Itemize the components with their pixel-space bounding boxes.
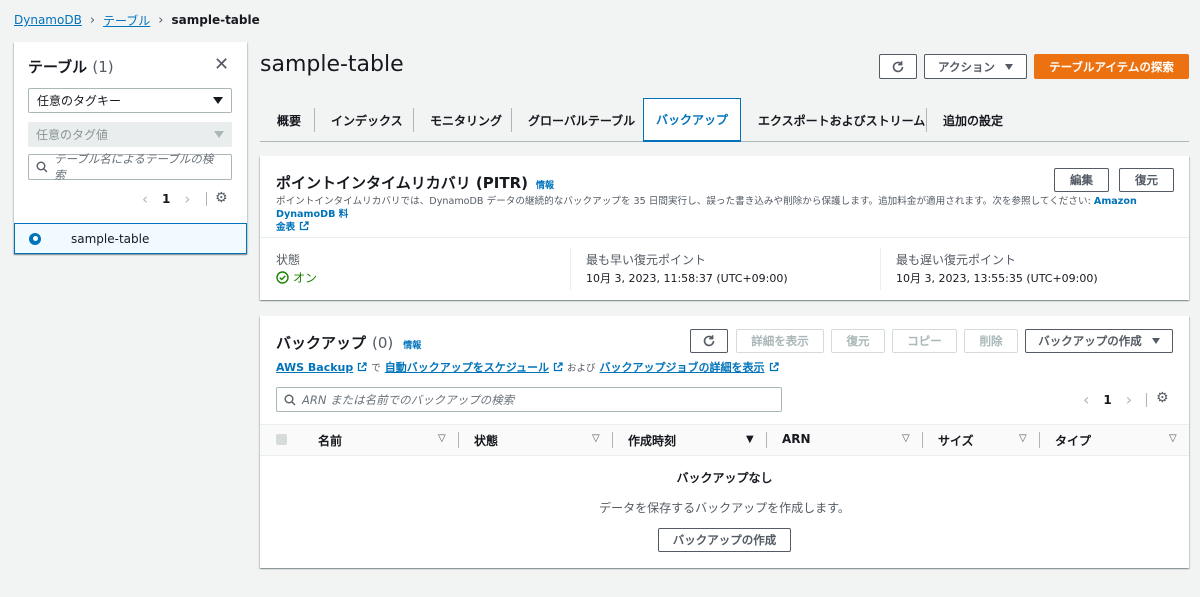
- earliest-restore-value: 10月 3, 2023, 11:58:37 (UTC+09:00): [586, 272, 788, 285]
- tag-value-select: 任意のタグ値: [28, 122, 232, 147]
- refresh-icon: [703, 335, 715, 347]
- sort-icon[interactable]: ▽: [1019, 433, 1027, 444]
- sidebar-title: テーブル (1): [28, 58, 114, 76]
- breadcrumb-dynamodb[interactable]: DynamoDB: [14, 13, 82, 27]
- pitr-info-link[interactable]: 情報: [536, 178, 554, 191]
- breadcrumb-tables[interactable]: テーブル: [103, 12, 150, 29]
- pitr-restore-button[interactable]: 復元: [1119, 168, 1174, 192]
- schedule-link[interactable]: 自動バックアップをスケジュール: [385, 359, 549, 375]
- pitr-title: ポイントインタイムリカバリ (PITR) 情報: [276, 174, 555, 192]
- tag-key-select[interactable]: 任意のタグキー: [28, 88, 232, 113]
- tab-exports-streams[interactable]: エクスポートおよびストリーム: [758, 98, 925, 142]
- gear-icon[interactable]: ⚙: [1156, 390, 1169, 406]
- sort-icon[interactable]: ▽: [1169, 433, 1177, 444]
- sort-icon[interactable]: ▽: [592, 433, 600, 444]
- caret-down-icon: [214, 131, 224, 138]
- status-value: オン: [276, 269, 317, 286]
- radio-selected-icon[interactable]: [29, 232, 41, 245]
- column-header-type[interactable]: タイプ: [1055, 432, 1091, 449]
- column-header-size[interactable]: サイズ: [938, 432, 974, 449]
- pitr-description: ポイントインタイムリカバリでは、DynamoDB データの継続的なバックアップを…: [276, 196, 1137, 233]
- page-number[interactable]: 1: [162, 192, 170, 206]
- chevron-right-icon[interactable]: ›: [184, 190, 190, 208]
- close-icon[interactable]: ✕: [214, 54, 229, 75]
- search-icon: [36, 161, 48, 173]
- chevron-left-icon[interactable]: ‹: [1083, 390, 1089, 409]
- chevron-left-icon[interactable]: ‹: [142, 190, 148, 208]
- backups-info-link[interactable]: 情報: [403, 338, 421, 351]
- tab-global-tables[interactable]: グローバルテーブル: [528, 98, 635, 142]
- column-header-created[interactable]: 作成時刻: [628, 432, 676, 449]
- external-link-icon: [299, 221, 309, 231]
- chevron-right-icon[interactable]: ›: [1126, 390, 1132, 409]
- page-title: sample-table: [260, 52, 404, 77]
- view-details-button[interactable]: 詳細を表示: [736, 329, 824, 353]
- backups-refresh-button[interactable]: [690, 329, 728, 353]
- backup-copy-button[interactable]: コピー: [892, 329, 957, 353]
- aws-backup-link[interactable]: AWS Backup: [276, 361, 353, 374]
- table-list-item[interactable]: sample-table: [14, 223, 247, 254]
- actions-dropdown[interactable]: アクション: [924, 54, 1027, 79]
- tab-backups[interactable]: バックアップ: [643, 98, 741, 142]
- breadcrumb-current: sample-table: [171, 13, 260, 27]
- explore-items-button[interactable]: テーブルアイテムの探索: [1034, 54, 1189, 79]
- backup-jobs-link[interactable]: バックアップジョブの詳細を表示: [600, 359, 765, 375]
- sort-icon[interactable]: ▽: [438, 433, 446, 444]
- sort-icon[interactable]: ▽: [902, 433, 910, 444]
- page-number[interactable]: 1: [1103, 393, 1111, 407]
- column-header-arn[interactable]: ARN: [782, 432, 811, 446]
- pitr-edit-button[interactable]: 編集: [1054, 168, 1109, 192]
- backup-links: AWS Backup で 自動バックアップをスケジュール および バックアップジ…: [276, 359, 779, 375]
- caret-down-icon: [1151, 338, 1160, 344]
- table-header: [260, 424, 1189, 456]
- tab-overview[interactable]: 概要: [277, 98, 301, 142]
- gear-icon[interactable]: ⚙: [215, 190, 228, 206]
- backup-delete-button[interactable]: 削除: [964, 329, 1018, 353]
- latest-restore-value: 10月 3, 2023, 13:55:35 (UTC+09:00): [896, 272, 1098, 285]
- status-label: 状態: [276, 253, 301, 267]
- breadcrumb: DynamoDB › テーブル › sample-table: [14, 12, 260, 28]
- refresh-icon: [892, 60, 904, 72]
- table-search-input[interactable]: テーブル名によるテーブルの検索: [28, 152, 232, 182]
- backup-pagination: ‹ 1 ›: [1083, 390, 1132, 409]
- table-list-panel: テーブル (1) ✕ 任意のタグキー 任意のタグ値 テーブル名によるテーブルの検…: [14, 42, 247, 254]
- chevron-right-icon: ›: [158, 12, 164, 28]
- empty-state-description: データを保存するバックアップを作成します。: [599, 501, 850, 515]
- external-link-icon: [769, 362, 779, 372]
- refresh-button[interactable]: [879, 54, 917, 79]
- backup-restore-button[interactable]: 復元: [831, 329, 885, 353]
- caret-down-icon: [1004, 63, 1013, 70]
- empty-state-title: バックアップなし: [676, 471, 773, 485]
- earliest-restore-label: 最も早い復元ポイント: [586, 253, 707, 267]
- sidebar-pagination: ‹ 1 ›: [142, 190, 190, 208]
- sorted-desc-icon[interactable]: ▼: [746, 434, 754, 445]
- tab-additional-settings[interactable]: 追加の設定: [943, 98, 1003, 142]
- caret-down-icon: [213, 97, 223, 104]
- external-link-icon: [358, 362, 367, 372]
- select-all-checkbox[interactable]: [276, 434, 287, 445]
- check-circle-icon: [276, 271, 289, 284]
- pitr-panel: ポイントインタイムリカバリ (PITR) 情報 編集 復元 ポイントインタイムリ…: [260, 156, 1189, 300]
- create-backup-dropdown[interactable]: バックアップの作成: [1025, 329, 1173, 353]
- tab-monitoring[interactable]: モニタリング: [430, 98, 502, 142]
- empty-create-backup-button[interactable]: バックアップの作成: [658, 528, 791, 552]
- backups-title: バックアップ (0) 情報: [276, 334, 422, 352]
- tab-indexes[interactable]: インデックス: [331, 98, 403, 142]
- latest-restore-label: 最も遅い復元ポイント: [896, 253, 1017, 267]
- chevron-right-icon: ›: [89, 12, 96, 28]
- column-header-name[interactable]: 名前: [318, 432, 342, 449]
- external-link-icon: [553, 362, 563, 372]
- column-header-status[interactable]: 状態: [474, 432, 498, 449]
- backup-search-input[interactable]: ARN または名前でのバックアップの検索: [276, 387, 782, 412]
- search-icon: [284, 394, 296, 405]
- table-name: sample-table: [71, 231, 150, 246]
